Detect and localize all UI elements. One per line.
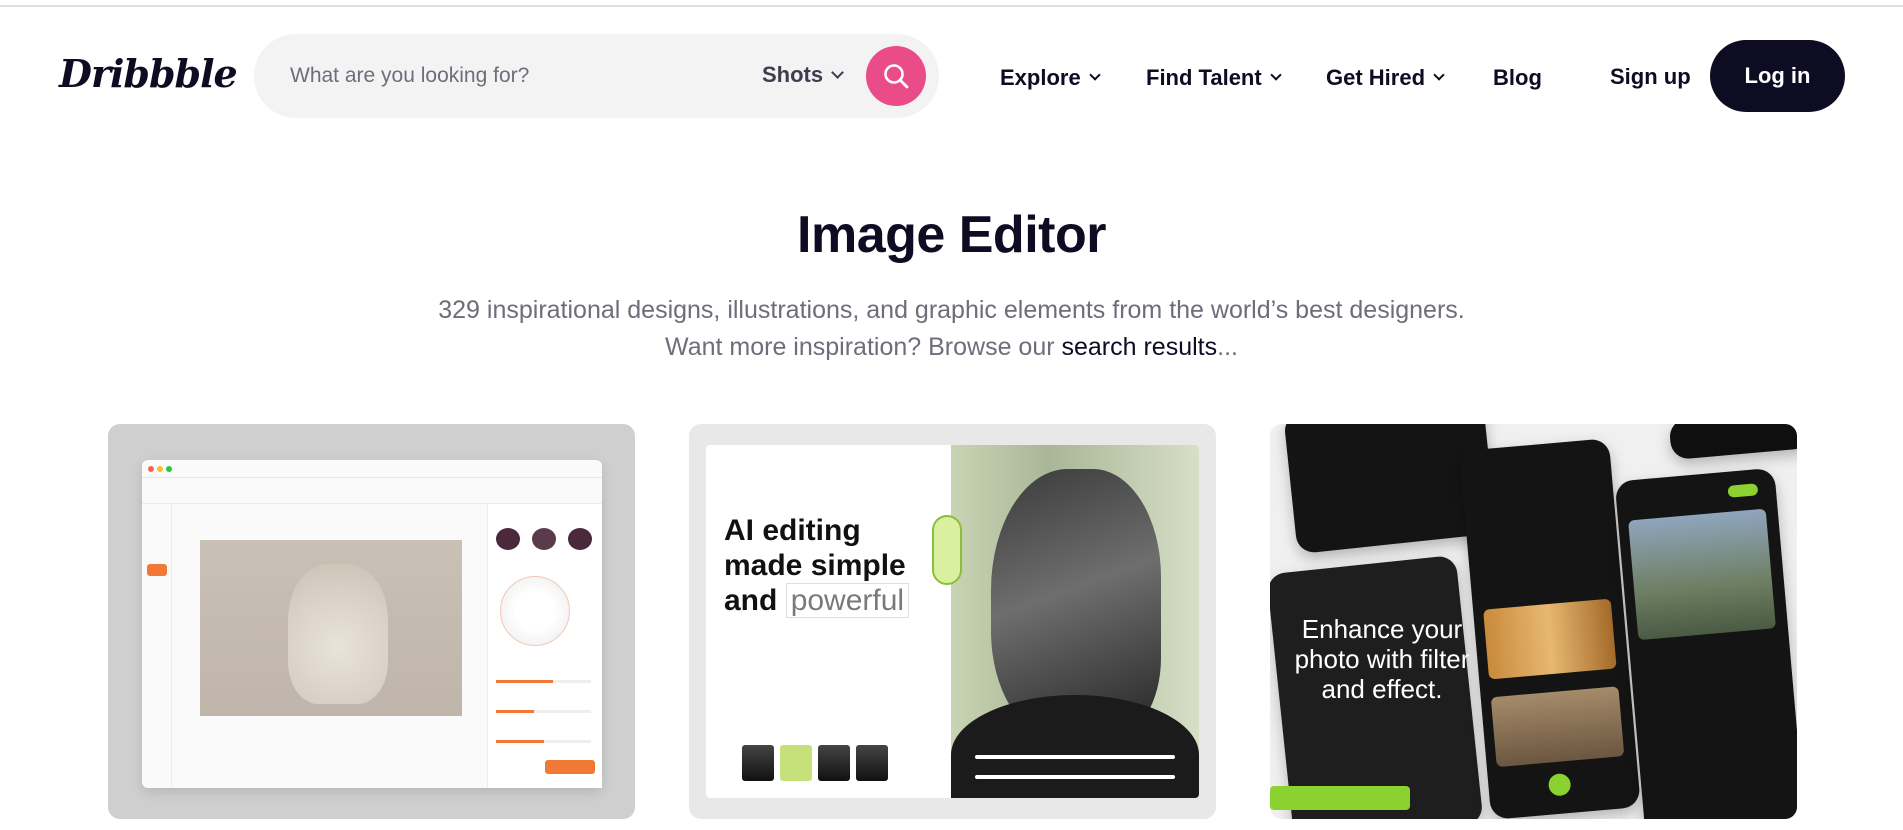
shot-headline: AI editing made simple and powerful — [724, 513, 910, 618]
chevron-down-icon — [1089, 69, 1101, 81]
mock-swatch — [532, 528, 556, 550]
site-header: Dribbble Shots Explore Find Talent Get H… — [0, 7, 1903, 145]
page-subtitle: 329 inspirational designs, illustrations… — [0, 292, 1903, 366]
mock-portrait-photo — [951, 445, 1199, 798]
nav-get-hired-label: Get Hired — [1326, 65, 1426, 90]
subtitle-line-2: Want more inspiration? Browse our search… — [0, 329, 1903, 366]
page-title: Image Editor — [797, 206, 1106, 264]
mock-slider — [496, 680, 591, 683]
nav-explore-label: Explore — [1000, 65, 1081, 90]
mock-thumb — [742, 745, 774, 781]
nav-find-talent-label: Find Talent — [1146, 65, 1262, 90]
mock-settings-panel — [487, 504, 602, 788]
mock-swatch — [568, 528, 592, 550]
subtitle-line-1: 329 inspirational designs, illustrations… — [438, 296, 1465, 324]
chevron-down-icon — [1433, 69, 1445, 81]
mock-photo — [1483, 598, 1617, 680]
mock-thumb — [780, 745, 812, 781]
mock-slider — [496, 710, 591, 713]
mock-swatch — [496, 528, 520, 550]
mock-phone — [1459, 438, 1641, 819]
dribbble-logo[interactable]: Dribbble — [59, 51, 238, 96]
mock-create-button — [1270, 786, 1410, 810]
mock-save-button — [545, 760, 595, 774]
mock-dot — [166, 466, 172, 472]
search-results-link[interactable]: search results — [1062, 333, 1218, 361]
mock-sidebar — [142, 504, 172, 788]
search-category-label: Shots — [762, 62, 824, 87]
nav-explore[interactable]: Explore — [1000, 65, 1101, 91]
nav-find-talent[interactable]: Find Talent — [1146, 65, 1282, 91]
mock-dial — [500, 576, 570, 646]
chevron-down-icon — [1270, 69, 1282, 81]
search-category-dropdown[interactable]: Shots — [762, 62, 844, 88]
shot-tagline: Enhance your photo with filter and effec… — [1294, 614, 1470, 704]
subtitle-prefix: Want more inspiration? Browse our — [665, 333, 1062, 361]
nav-blog[interactable]: Blog — [1493, 65, 1542, 91]
headline-line: AI editing — [724, 514, 861, 547]
search-bar: Shots — [254, 34, 939, 118]
mock-toolbar — [142, 478, 602, 504]
sign-up-link[interactable]: Sign up — [1610, 64, 1691, 90]
mock-slider — [975, 755, 1175, 759]
search-button[interactable] — [866, 46, 926, 106]
mock-portrait-shoulder — [951, 695, 1199, 798]
shot-thumbnail: AI editing made simple and powerful — [706, 445, 1199, 798]
mock-plastic-bag — [288, 564, 388, 704]
mock-active-tool — [147, 564, 167, 576]
subtitle-suffix: ... — [1217, 333, 1238, 361]
mock-phone — [1614, 467, 1797, 819]
chevron-down-icon — [831, 65, 844, 79]
mock-save-pill — [1727, 483, 1759, 498]
shot-card-image-editor-app[interactable] — [108, 424, 635, 819]
mock-slider — [975, 775, 1175, 779]
mock-dot — [157, 466, 163, 472]
mock-photo — [1628, 508, 1776, 641]
mock-canvas-image — [200, 540, 462, 716]
mock-add-button — [1547, 772, 1572, 797]
log-in-button[interactable]: Log in — [1710, 40, 1845, 112]
mock-thumb — [818, 745, 850, 781]
search-icon — [884, 64, 909, 89]
mock-window-bar — [142, 460, 602, 478]
shot-card-photo-app[interactable]: Enhance your photo with filter and effec… — [1270, 424, 1797, 819]
shot-thumbnail — [142, 460, 602, 788]
mock-dot — [148, 466, 154, 472]
headline-line: made simple — [724, 549, 906, 582]
mock-phone — [1668, 424, 1797, 461]
mock-thumb — [856, 745, 888, 781]
mock-social-pill — [932, 515, 962, 585]
mock-avatar-row — [742, 745, 888, 781]
headline-highlight: powerful — [785, 583, 910, 618]
mock-slider — [496, 740, 591, 743]
headline-line: and — [724, 584, 778, 617]
mock-photo — [1490, 686, 1625, 768]
shot-card-ai-editing[interactable]: AI editing made simple and powerful — [689, 424, 1216, 819]
search-input[interactable] — [290, 56, 730, 96]
nav-blog-label: Blog — [1493, 65, 1542, 90]
nav-get-hired[interactable]: Get Hired — [1326, 65, 1445, 91]
